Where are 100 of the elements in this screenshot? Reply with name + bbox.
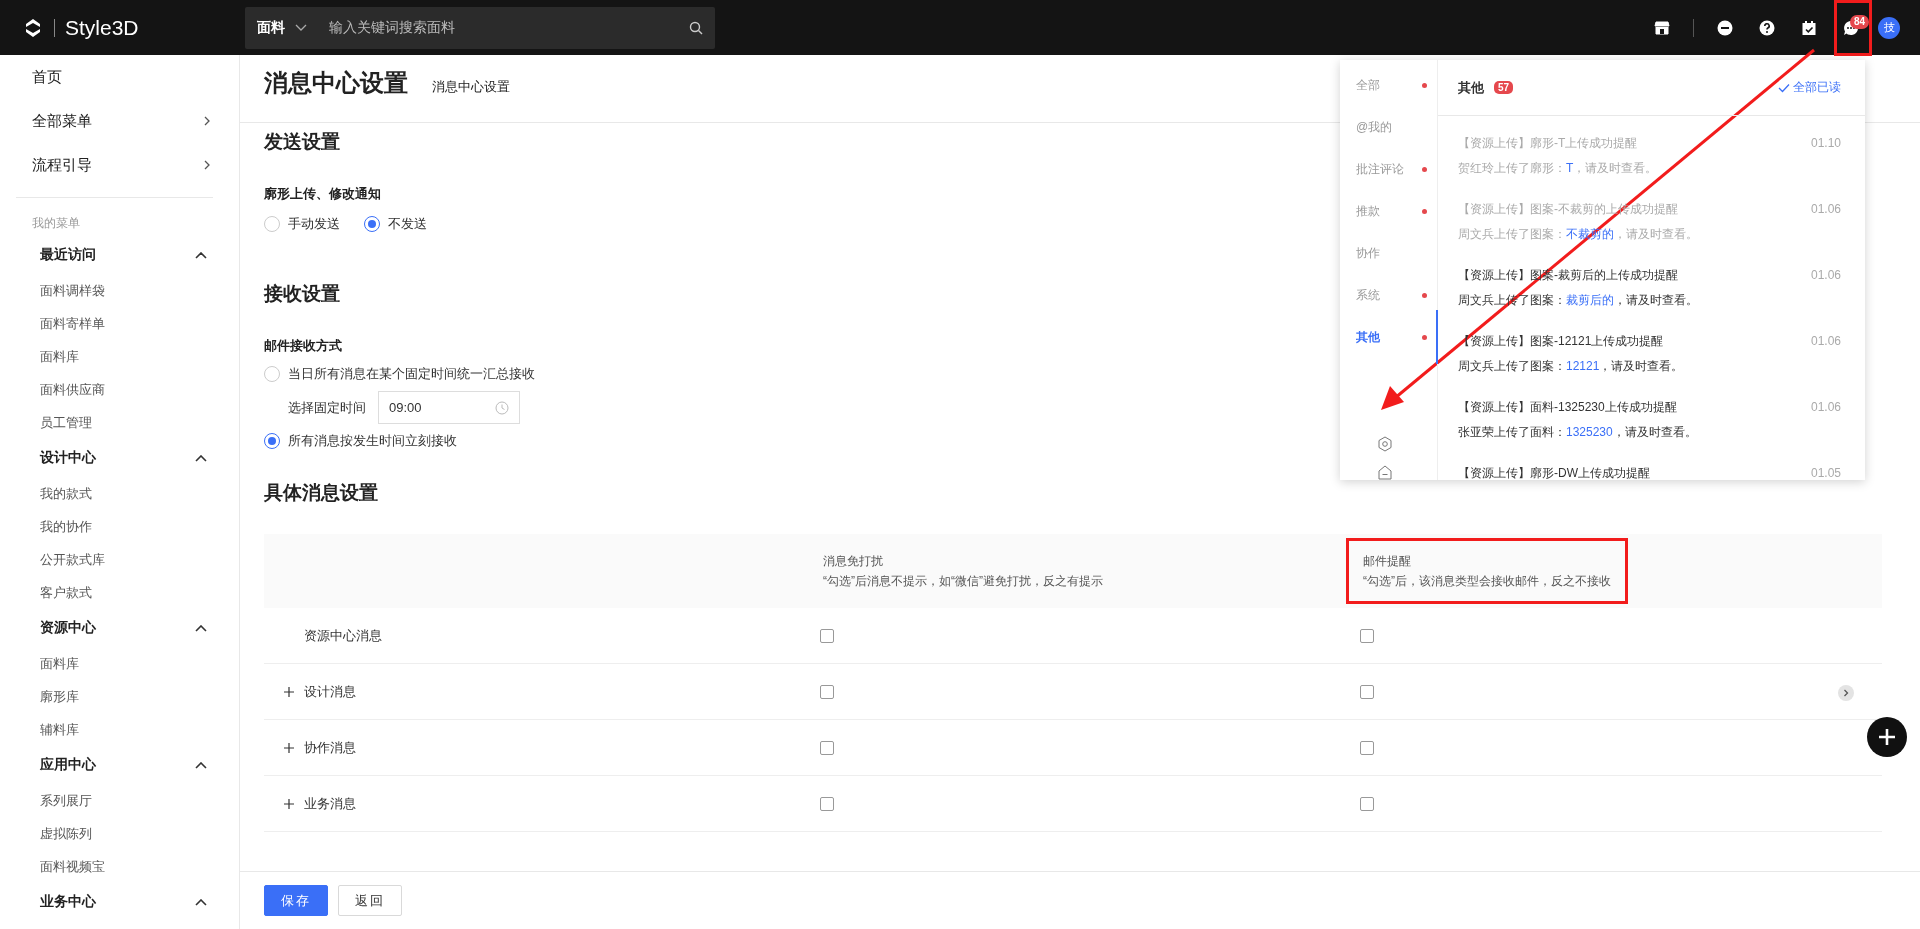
menu-item[interactable]: 面料库: [0, 647, 239, 680]
menu-group-title: 应用中心: [40, 756, 96, 774]
menu-item[interactable]: 员工管理: [0, 406, 239, 439]
radio-option[interactable]: 所有消息按发生时间立刻接收: [264, 430, 457, 452]
radio-button[interactable]: [264, 216, 280, 232]
chevron-right-icon: [204, 160, 211, 170]
add-icon[interactable]: [1867, 717, 1907, 757]
logo-text: Style3D: [65, 15, 139, 40]
search-field[interactable]: 面料 输入关键词搜索面料: [245, 6, 715, 49]
menu-item[interactable]: 廓形库: [0, 680, 239, 713]
search-icon[interactable]: [689, 20, 703, 35]
menu-item[interactable]: 面料供应商: [0, 373, 239, 406]
message-date: 01.06: [1810, 202, 1841, 216]
menu-item[interactable]: 面料视频宝: [0, 850, 239, 883]
menu-group-title: 最近访问: [40, 246, 96, 264]
message-link[interactable]: 12121: [1566, 359, 1600, 373]
check-icon: [1778, 82, 1790, 93]
minus-circle-icon[interactable]: [1717, 19, 1733, 36]
menu-group[interactable]: 设计中心: [0, 439, 239, 477]
expand-icon[interactable]: [282, 796, 296, 811]
field-label: 选择固定时间: [288, 398, 366, 417]
settings-icon[interactable]: [1378, 436, 1392, 452]
message-title[interactable]: 【资源上传】图案-裁剪后的上传成功提醒: [1458, 266, 1678, 284]
menu-group-title: 资源中心: [40, 619, 96, 637]
checkbox[interactable]: [820, 628, 834, 643]
field-label: 廓形上传、修改通知: [264, 185, 381, 203]
message-date: 01.10: [1810, 136, 1841, 150]
radio-option[interactable]: 当日所有消息在某个固定时间统一汇总接收: [264, 363, 535, 385]
menu-item[interactable]: 面料库: [0, 340, 239, 373]
expand-icon[interactable]: [282, 684, 296, 699]
time-field[interactable]: 09:00: [378, 391, 520, 424]
message-body: 张亚荣上传了面料：1325230，请及时查看。: [1458, 424, 1698, 441]
page-title: 消息中心设置: [264, 68, 408, 98]
message-title[interactable]: 【资源上传】面料-1325230上传成功提醒: [1458, 398, 1677, 416]
expand-icon[interactable]: [282, 740, 296, 755]
menu-group[interactable]: 应用中心: [0, 746, 239, 784]
menu-group[interactable]: 资源中心: [0, 609, 239, 647]
chevron-up-icon: [195, 624, 207, 632]
mark-all-read-link[interactable]: 全部已读: [1778, 79, 1841, 96]
section-heading: 发送设置: [264, 130, 340, 154]
column-header: 邮件提醒 “勾选”后，该消息类型会接收邮件，反之不接收: [1346, 538, 1628, 604]
chevron-up-icon: [195, 251, 207, 259]
message-date: 01.06: [1810, 268, 1841, 282]
message-title[interactable]: 【资源上传】图案-12121上传成功提醒: [1458, 332, 1664, 350]
checkbox[interactable]: [820, 684, 834, 699]
save-button[interactable]: 保存: [264, 885, 328, 916]
menu-item[interactable]: 流程引导: [0, 143, 239, 187]
row-label: 设计消息: [304, 682, 356, 701]
message-date: 01.06: [1810, 400, 1841, 414]
chevron-down-icon: [295, 23, 307, 32]
checkbox[interactable]: [820, 740, 834, 755]
message-link[interactable]: T: [1566, 161, 1574, 175]
user-avatar[interactable]: 技: [1878, 16, 1900, 39]
checkbox[interactable]: [1360, 740, 1374, 755]
field-label: 邮件接收方式: [264, 337, 342, 355]
chevron-right-icon: [204, 116, 211, 126]
calendar-check-icon[interactable]: [1801, 19, 1817, 36]
chevron-right-icon[interactable]: [1838, 685, 1854, 701]
checkbox[interactable]: [820, 796, 834, 811]
menu-item[interactable]: 我的款式: [0, 477, 239, 510]
menu-item[interactable]: 虚拟陈列: [0, 817, 239, 850]
menu-item[interactable]: 辅料库: [0, 713, 239, 746]
checkbox[interactable]: [1360, 684, 1374, 699]
menu-item[interactable]: 公开款式库: [0, 543, 239, 576]
radio-option[interactable]: 不发送: [364, 213, 427, 235]
menu-group-title: 业务中心: [40, 893, 96, 911]
message-link[interactable]: 裁剪后的: [1566, 293, 1614, 307]
radio-option[interactable]: 手动发送: [264, 213, 340, 235]
checkbox[interactable]: [1360, 628, 1374, 643]
clock-icon: [495, 400, 509, 415]
back-button[interactable]: 返回: [338, 885, 402, 916]
menu-item[interactable]: 面料寄样单: [0, 307, 239, 340]
radio-button[interactable]: [264, 366, 280, 382]
row-label: 资源中心消息: [304, 626, 382, 645]
menu-item-label: 全部菜单: [32, 111, 92, 131]
menu-item[interactable]: 全部菜单: [0, 99, 239, 143]
menu-item[interactable]: 面料调样袋: [0, 274, 239, 307]
message-link[interactable]: 1325230: [1566, 425, 1613, 439]
menu-item[interactable]: 系列展厅: [0, 784, 239, 817]
notification-badge: 84: [1850, 14, 1870, 29]
category-dropdown[interactable]: 面料: [257, 18, 307, 37]
menu-item[interactable]: 客户款式: [0, 576, 239, 609]
radio-button[interactable]: [364, 216, 380, 232]
radio-button[interactable]: [264, 433, 280, 449]
section-heading: 接收设置: [264, 282, 340, 306]
row-label: 业务消息: [304, 794, 356, 813]
home-icon[interactable]: [1378, 465, 1392, 480]
menu-group[interactable]: 业务中心: [0, 883, 239, 921]
chevron-up-icon: [195, 898, 207, 906]
help-icon[interactable]: [1759, 19, 1775, 36]
message-title[interactable]: 【资源上传】廓形-DW上传成功提醒: [1458, 464, 1650, 480]
column-header: 消息免打扰 “勾选”后消息不提示，如“微信”避免打扰，反之有提示: [822, 553, 1104, 590]
checkbox[interactable]: [1360, 796, 1374, 811]
menu-item[interactable]: 首页: [0, 55, 239, 99]
menu-item[interactable]: 我的协作: [0, 510, 239, 543]
store-icon[interactable]: [1654, 19, 1670, 36]
menu-item-label: 首页: [32, 67, 62, 87]
menu-item-label: 流程引导: [32, 155, 92, 175]
menu-group[interactable]: 最近访问: [0, 236, 239, 274]
message-body: 贺红玲上传了廓形：T，请及时查看。: [1458, 160, 1659, 177]
